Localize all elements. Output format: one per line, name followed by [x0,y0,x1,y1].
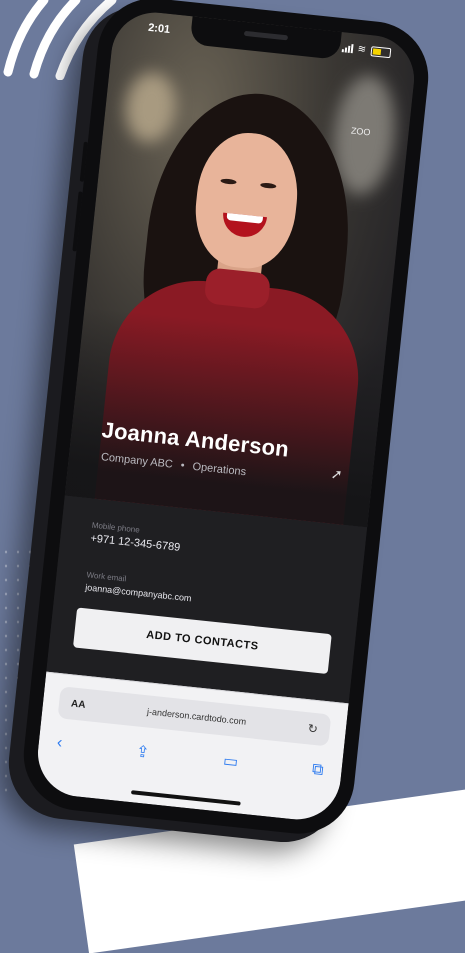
eye [260,182,277,189]
email-value[interactable]: joanna@companyabc.com [85,582,192,603]
background-light [122,70,180,145]
profile-photo: ZOO Joanna Anderson Company ABC • Operatio… [64,8,419,528]
teeth [226,213,264,224]
eye [220,178,237,185]
top-right-label: ZOO [350,125,371,138]
volume-button [79,141,88,182]
share-icon[interactable]: ⇪ [135,741,150,762]
home-indicator [130,790,241,806]
volume-button [72,191,83,252]
reader-settings-button[interactable]: AA [71,698,87,710]
bookmarks-icon[interactable]: ▭ [222,751,239,772]
email-label: Work email [86,570,127,584]
tabs-icon[interactable]: ⧉ [311,761,324,780]
share-icon[interactable]: ➚ [330,465,343,483]
status-icons: ≋ [341,42,392,58]
signal-icon [341,43,354,54]
phone-mockup: 2:01 ≋ ZOO Joanna Anderson Company ABC •… [18,0,434,840]
add-to-contacts-button[interactable]: ADD TO CONTACTS [72,607,332,675]
separator-dot: • [180,459,186,472]
wifi-icon: ≋ [357,43,367,56]
phone-screen: 2:01 ≋ ZOO Joanna Anderson Company ABC •… [33,8,419,824]
collar [203,267,272,310]
back-icon[interactable]: ‹ [56,734,63,752]
status-time: 2:01 [147,21,171,37]
smile [220,212,268,240]
phone-value[interactable]: +971 12-345-6789 [90,533,181,554]
url-text[interactable]: j-anderson.cardtodo.com [85,700,308,733]
photo-gradient [64,306,387,528]
battery-icon [370,45,392,58]
reload-icon[interactable]: ↻ [307,721,318,736]
